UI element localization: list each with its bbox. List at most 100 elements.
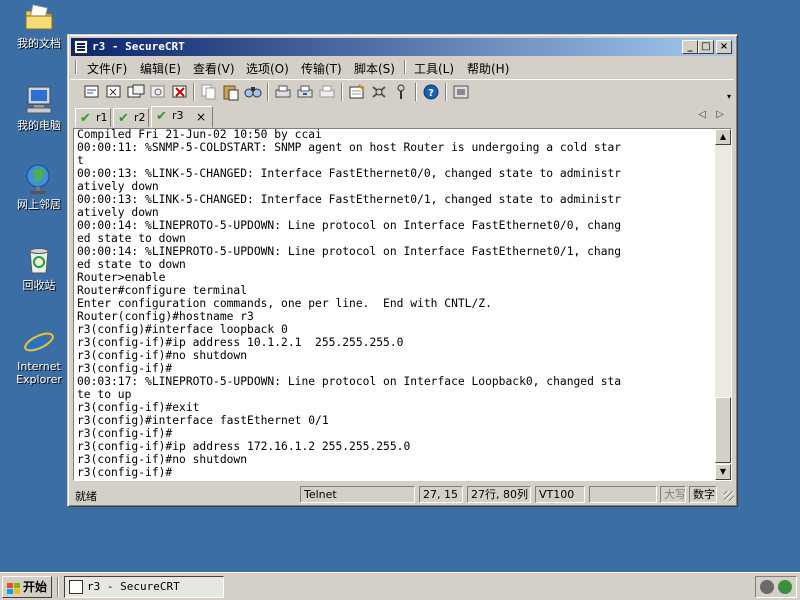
copy-icon[interactable]	[199, 83, 219, 101]
desktop-icon-network-places[interactable]: 网上邻居	[8, 163, 70, 211]
terminal-line: atively down	[77, 180, 159, 193]
tab-label: r1	[96, 111, 108, 124]
scroll-thumb[interactable]	[715, 397, 731, 463]
terminal-line: r3(config-if)#no shutdown	[77, 453, 248, 466]
tab-scroll-right-icon[interactable]: ▷	[716, 109, 724, 120]
menu-grip	[75, 60, 77, 74]
desktop-icon-recycle-bin[interactable]: 回收站	[8, 244, 70, 292]
terminal-line: Compiled Fri 21-Jun-02 10:50 by ccai	[77, 128, 322, 141]
terminal-line: 00:00:13: %LINK-5-CHANGED: Interface Fas…	[77, 167, 622, 180]
menu-transfer[interactable]: 传输(T)	[301, 60, 342, 77]
terminal-view[interactable]: Compiled Fri 21-Jun-02 10:50 by ccai 00:0…	[73, 128, 732, 481]
toolbar: ? ▾	[71, 79, 734, 105]
find-icon[interactable]	[243, 83, 263, 101]
terminal-scrollbar[interactable]: ▲ ▼	[715, 129, 731, 480]
session-options-icon[interactable]	[347, 83, 367, 101]
menu-script[interactable]: 脚本(S)	[354, 60, 395, 77]
tab-label: r2	[134, 111, 146, 124]
securecrt-app-icon[interactable]	[74, 40, 88, 54]
window-title: r3 - SecureCRT	[92, 40, 185, 53]
taskbar-separator	[57, 577, 59, 597]
terminal-line: r3(config-if)#	[77, 427, 173, 440]
reconnect-icon[interactable]	[148, 83, 168, 101]
maximize-button[interactable]: □	[698, 40, 714, 54]
status-num-lock: 数字	[689, 486, 717, 503]
securecrt-window: r3 - SecureCRT _ □ × 文件(F) 编辑(E) 查看(V) 选…	[67, 34, 738, 507]
toolbar-overflow-icon[interactable]: ▾	[727, 92, 731, 101]
menu-separator	[404, 60, 406, 74]
tray-volume-icon[interactable]	[760, 580, 774, 594]
connected-check-icon: ✔	[118, 111, 129, 126]
terminal-line: r3(config)#interface fastEthernet 0/1	[77, 414, 329, 427]
menu-bar: 文件(F) 编辑(E) 查看(V) 选项(O) 传输(T) 脚本(S) 工具(L…	[71, 57, 734, 77]
desktop-icon-label: 网上邻居	[17, 198, 61, 211]
status-protocol: Telnet	[300, 486, 415, 503]
window-titlebar[interactable]: r3 - SecureCRT _ □ ×	[71, 38, 734, 56]
scroll-down-icon[interactable]: ▼	[715, 464, 731, 480]
terminal-line: Router(config)#hostname r3	[77, 310, 254, 323]
terminal-line: r3(config-if)#exit	[77, 401, 200, 414]
desktop-icon-label: Internet Explorer	[16, 360, 62, 386]
tab-r2[interactable]: ✔ r2	[113, 108, 149, 127]
menu-help[interactable]: 帮助(H)	[467, 60, 509, 77]
paste-icon[interactable]	[221, 83, 241, 101]
terminal-line: 00:03:17: %LINEPROTO-5-UPDOWN: Line prot…	[77, 375, 622, 388]
network-places-icon	[23, 163, 55, 195]
session-tabs: ✔ r1 ✔ r2 ✔ r3 × ◁ ▷	[71, 106, 734, 128]
menu-view[interactable]: 查看(V)	[193, 60, 235, 77]
connect-in-tab-icon[interactable]	[126, 83, 146, 101]
menu-tools[interactable]: 工具(L)	[414, 60, 454, 77]
help-icon[interactable]: ?	[421, 83, 441, 101]
connect-icon[interactable]	[82, 83, 102, 101]
terminal-line: 00:00:13: %LINK-5-CHANGED: Interface Fas…	[77, 193, 622, 206]
print-selection-icon[interactable]	[295, 83, 315, 101]
my-documents-icon	[23, 2, 55, 34]
terminal-line: ed state to down	[77, 258, 186, 271]
desktop-icon-label: 我的电脑	[17, 119, 61, 132]
terminal-line: 00:00:14: %LINEPROTO-5-UPDOWN: Line prot…	[77, 245, 622, 258]
quick-connect-icon[interactable]	[104, 83, 124, 101]
terminal-line: Enter configuration commands, one per li…	[77, 297, 492, 310]
resize-grip-icon[interactable]	[724, 491, 734, 501]
connected-check-icon: ✔	[156, 109, 167, 124]
toolbar-separator	[267, 83, 269, 101]
tab-close-icon[interactable]: ×	[196, 109, 206, 126]
menu-file[interactable]: 文件(F)	[87, 60, 127, 77]
connected-check-icon: ✔	[80, 111, 91, 126]
menu-options[interactable]: 选项(O)	[246, 60, 289, 77]
tab-r1[interactable]: ✔ r1	[75, 108, 111, 127]
print-setup-icon[interactable]	[317, 83, 337, 101]
start-button[interactable]: 开始	[2, 576, 52, 598]
tab-scroll-left-icon[interactable]: ◁	[698, 109, 706, 120]
scroll-up-icon[interactable]: ▲	[715, 129, 731, 145]
menu-edit[interactable]: 编辑(E)	[140, 60, 181, 77]
windows-flag-icon	[7, 581, 20, 594]
status-emulation: VT100	[535, 486, 585, 503]
tab-r3[interactable]: ✔ r3 ×	[151, 106, 213, 128]
keymap-editor-icon[interactable]	[391, 83, 411, 101]
minimize-button[interactable]: _	[682, 40, 698, 54]
status-caps-lock: 大写	[660, 486, 686, 503]
tray-network-icon[interactable]	[778, 580, 792, 594]
securecrt-task-icon	[69, 580, 83, 594]
desktop-icon-internet-explorer[interactable]: e Internet Explorer	[8, 325, 70, 386]
taskbar-securecrt-button[interactable]: r3 - SecureCRT	[64, 576, 224, 598]
desktop-icon-my-documents[interactable]: 我的文档	[8, 2, 70, 50]
terminal-line: atively down	[77, 206, 159, 219]
status-bar: 就绪 Telnet 27, 15 27行, 80列 VT100 大写 数字	[71, 485, 734, 505]
terminal-line: Router>enable	[77, 271, 166, 284]
terminal-line: r3(config)#interface loopback 0	[77, 323, 288, 336]
disconnect-icon[interactable]	[170, 83, 190, 101]
terminal-line: Router#configure terminal	[77, 284, 248, 297]
status-terminal-size: 27行, 80列	[467, 486, 531, 503]
global-options-icon[interactable]	[369, 83, 389, 101]
terminal-line: r3(config-if)#no shutdown	[77, 349, 248, 362]
close-button[interactable]: ×	[716, 40, 732, 54]
tab-label: r3	[172, 109, 184, 122]
toolbar-extra-icon[interactable]	[451, 83, 471, 101]
terminal-line: r3(config-if)#ip address 10.1.2.1 255.25…	[77, 336, 404, 349]
print-icon[interactable]	[273, 83, 293, 101]
svg-text:?: ?	[428, 88, 434, 99]
desktop-icon-my-computer[interactable]: 我的电脑	[8, 84, 70, 132]
desktop-icon-label: 回收站	[22, 279, 56, 292]
